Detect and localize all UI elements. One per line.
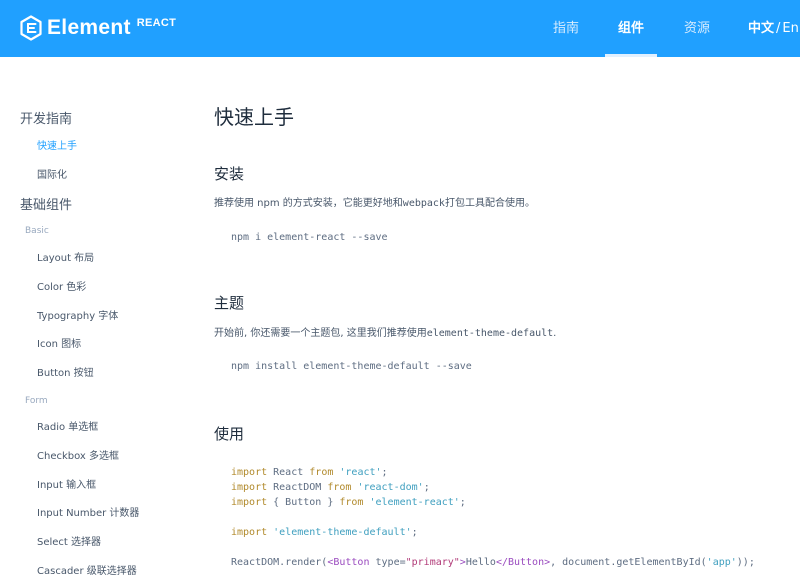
theme-desc-text-end: . (553, 328, 557, 339)
logo[interactable]: Element REACT (20, 14, 176, 44)
code-tag: </Button> (495, 557, 551, 568)
code-punct: )); (736, 557, 755, 568)
code-identifier: ReactDOM (267, 482, 328, 493)
code-string: 'app' (706, 557, 737, 568)
language-switcher: 中文 / En (748, 0, 799, 57)
code-identifier: React (267, 467, 310, 478)
code-punct: ; (411, 527, 418, 538)
code-string: 'element-theme-default' (267, 527, 412, 538)
code-line-4: import 'element-theme-default'; (231, 527, 418, 538)
install-description: 推荐使用 npm 的方式安装，它能更好地和webpack打包工具配合使用。 (214, 194, 535, 209)
code-string: 'react-dom' (351, 482, 424, 493)
code-identifier: { Button } (267, 497, 340, 508)
theme-desc-text: 开始前, 你还需要一个主题包, 这里我们推荐使用 (214, 328, 427, 339)
logo-superscript: REACT (136, 17, 177, 29)
code-keyword: import (231, 527, 268, 538)
code-keyword: import (231, 497, 268, 508)
lang-separator: / (776, 21, 781, 36)
theme-desc-code: element-theme-default (426, 328, 554, 339)
code-keyword: from (327, 482, 352, 493)
logo-text: Element (47, 16, 131, 39)
code-line-1: import React from 'react'; (231, 467, 388, 478)
nav-resources[interactable]: 资源 (676, 0, 718, 57)
section-theme-heading: 主题 (214, 294, 245, 312)
top-header: Element REACT 指南 组件 资源 中文 / En (0, 0, 800, 57)
code-keyword: import (231, 482, 268, 493)
code-line-5: ReactDOM.render(<Button type="primary">H… (231, 557, 755, 568)
code-call: , document.getElementById( (550, 557, 707, 568)
page-title: 快速上手 (214, 105, 294, 129)
code-punct: ; (423, 482, 430, 493)
code-keyword: from (339, 497, 364, 508)
code-string: 'react' (333, 467, 382, 478)
code-string: 'element-react' (363, 497, 460, 508)
code-call: ReactDOM.render( (231, 557, 328, 568)
install-command: npm i element-react --save (231, 232, 388, 243)
code-tag: <Button (327, 557, 370, 568)
main-content: 快速上手 安装 推荐使用 npm 的方式安装，它能更好地和webpack打包工具… (0, 57, 800, 575)
nav-components-label: 组件 (617, 21, 644, 36)
code-keyword: import (231, 467, 268, 478)
nav-components[interactable]: 组件 (605, 0, 657, 57)
section-install-heading: 安装 (214, 165, 245, 183)
install-desc-text-end: 打包工具配合使用。 (444, 198, 535, 209)
install-desc-text: 推荐使用 npm 的方式安装，它能更好地和 (214, 198, 403, 209)
code-punct: ; (381, 467, 388, 478)
code-punct: ; (459, 497, 466, 508)
theme-description: 开始前, 你还需要一个主题包, 这里我们推荐使用element-theme-de… (214, 324, 556, 339)
element-logo-icon (20, 15, 42, 41)
code-line-2: import ReactDOM from 'react-dom'; (231, 482, 430, 493)
code-text: Hello (465, 557, 496, 568)
section-usage-heading: 使用 (214, 425, 245, 443)
theme-command: npm install element-theme-default --save (231, 361, 472, 372)
lang-english[interactable]: En (782, 21, 798, 36)
lang-chinese[interactable]: 中文 (748, 21, 774, 36)
code-keyword: from (309, 467, 334, 478)
code-attr-value: "primary" (405, 557, 460, 568)
install-desc-code: webpack (402, 198, 445, 209)
code-line-3: import { Button } from 'element-react'; (231, 497, 466, 508)
nav-guide[interactable]: 指南 (545, 0, 587, 57)
code-attr: type= (369, 557, 406, 568)
